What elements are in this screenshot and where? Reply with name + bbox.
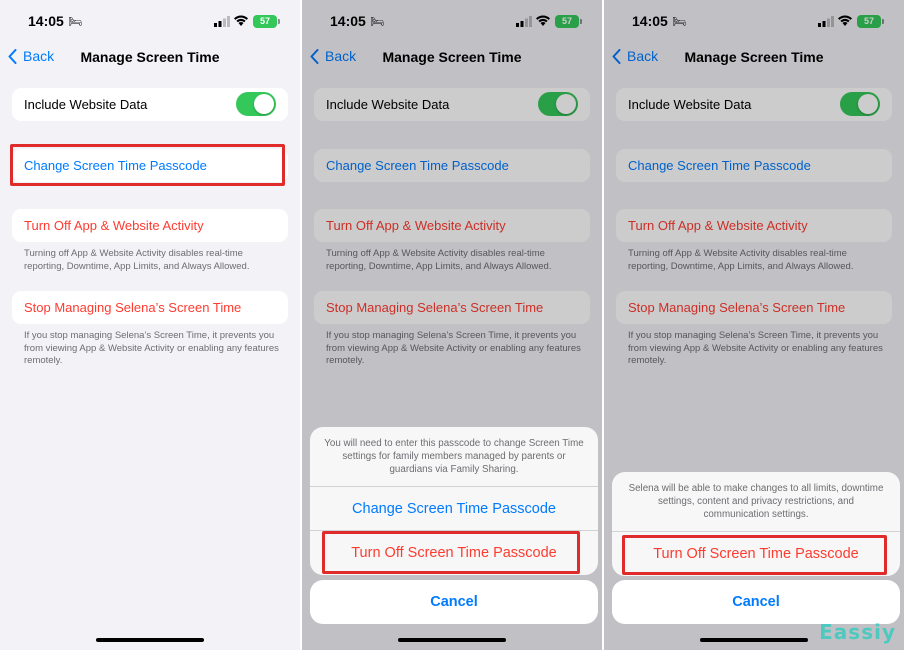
screen-turn-off-confirmation-sheet: 14:05 🛏 57 Back Manage Screen Time Inclu… bbox=[604, 0, 904, 650]
screen-passcode-options-sheet: 14:05 🛏 57 Back Manage Screen Time Inclu… bbox=[302, 0, 602, 650]
cancel-button[interactable]: Cancel bbox=[310, 580, 598, 624]
home-indicator[interactable] bbox=[700, 638, 808, 642]
cancel-button[interactable]: Cancel bbox=[612, 580, 900, 624]
watermark-logo: Eassiy bbox=[819, 620, 896, 644]
status-time: 14:05 bbox=[28, 13, 64, 29]
screen-manage-screen-time: 14:05 🛏 57 Back Manage Screen Time Inclu… bbox=[0, 0, 300, 650]
highlight-box bbox=[322, 531, 580, 574]
home-indicator[interactable] bbox=[398, 638, 506, 642]
sleep-focus-icon: 🛏 bbox=[68, 16, 82, 28]
include-website-data-row: Include Website Data bbox=[12, 88, 288, 121]
wifi-icon bbox=[234, 15, 248, 26]
navigation-bar: Back Manage Screen Time bbox=[0, 44, 300, 72]
stop-managing-footer: If you stop managing Selena’s Screen Tim… bbox=[24, 330, 279, 366]
include-website-data-toggle[interactable] bbox=[236, 92, 276, 116]
home-indicator[interactable] bbox=[96, 638, 204, 642]
status-bar: 14:05 🛏 57 bbox=[0, 12, 300, 32]
include-website-data-label: Include Website Data bbox=[24, 97, 148, 112]
toggle-knob bbox=[254, 94, 274, 114]
stop-managing-button[interactable]: Stop Managing Selena’s Screen Time bbox=[12, 291, 288, 324]
change-passcode-action[interactable]: Change Screen Time Passcode bbox=[310, 487, 598, 531]
highlight-box bbox=[622, 535, 887, 575]
highlight-box bbox=[10, 144, 285, 186]
turn-off-activity-footer: Turning off App & Website Activity disab… bbox=[24, 248, 250, 272]
cellular-signal-icon bbox=[214, 16, 230, 27]
page-title: Manage Screen Time bbox=[80, 49, 220, 65]
confirmation-message: Selena will be able to make changes to a… bbox=[612, 472, 900, 532]
action-sheet-message: You will need to enter this passcode to … bbox=[310, 427, 598, 487]
turn-off-activity-button[interactable]: Turn Off App & Website Activity bbox=[12, 209, 288, 242]
battery-indicator: 57 bbox=[253, 15, 280, 28]
